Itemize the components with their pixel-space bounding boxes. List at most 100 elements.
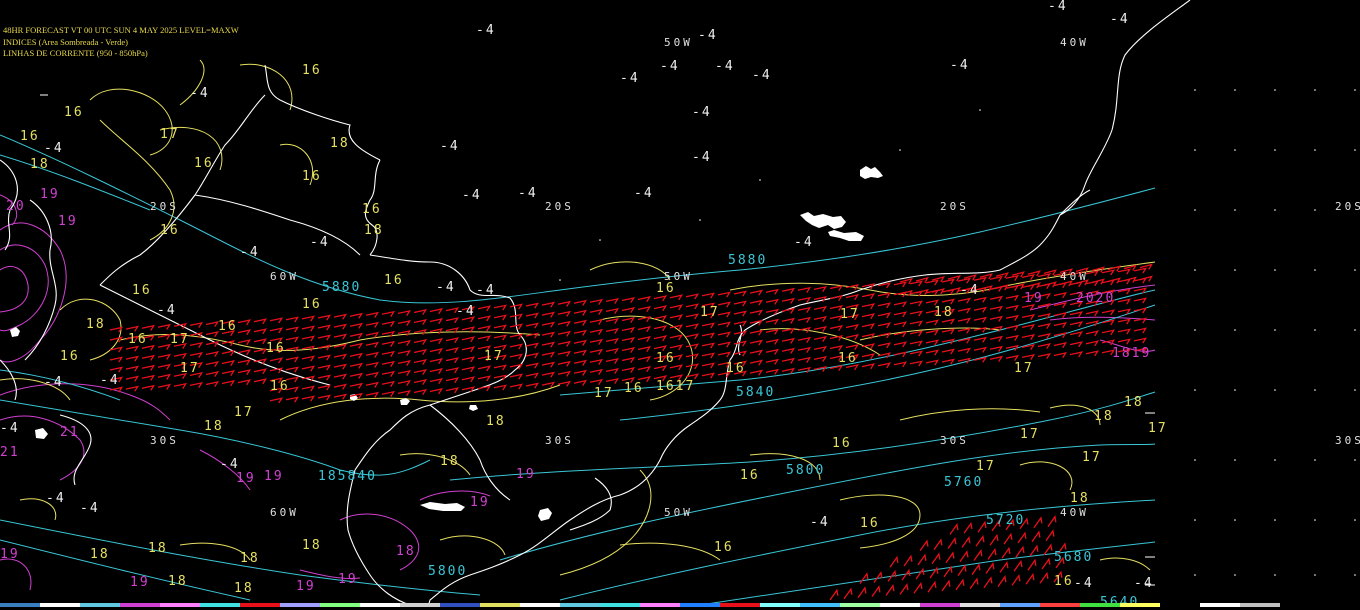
wind-barb — [1041, 557, 1051, 570]
strip-cell — [1320, 603, 1360, 607]
wind-barb — [173, 382, 188, 389]
wind-barb — [957, 327, 972, 334]
wind-barb — [1101, 269, 1116, 276]
wind-barb — [1133, 307, 1148, 314]
wind-barb — [1133, 327, 1148, 334]
index-label: 16 — [726, 361, 746, 376]
index-label: 17 — [1082, 450, 1102, 465]
wind-barb — [973, 276, 988, 283]
wind-barb — [525, 372, 540, 379]
value-label: -4 — [440, 139, 460, 154]
wind-barb — [1117, 318, 1132, 325]
wind-barb — [413, 319, 428, 326]
wind-barb — [1001, 546, 1011, 559]
height-label: 5880 — [322, 280, 362, 295]
wind-barb — [461, 336, 476, 343]
wind-barb — [685, 293, 700, 300]
index-label: 19 — [516, 467, 536, 482]
wind-barb — [493, 374, 508, 381]
wind-barb — [781, 297, 796, 304]
wind-barb — [1003, 532, 1013, 545]
wind-barb — [637, 366, 652, 373]
wind-barb — [717, 341, 732, 348]
wind-barb — [253, 338, 268, 345]
wind-barb — [637, 356, 652, 363]
wind-barb — [301, 365, 316, 372]
wind-barb — [285, 346, 300, 353]
wind-barb — [541, 331, 556, 338]
wind-barb — [189, 341, 204, 348]
wind-barb — [509, 383, 524, 390]
wind-barb — [605, 297, 620, 304]
wind-barb — [1021, 323, 1036, 330]
wind-barb — [941, 328, 956, 335]
wind-barb — [861, 303, 876, 310]
wind-barb — [1033, 516, 1043, 529]
wind-barb — [893, 301, 908, 308]
wind-barb — [253, 358, 268, 365]
index-label: 16 — [624, 381, 644, 396]
wind-barb — [845, 344, 860, 351]
wind-barb — [893, 311, 908, 318]
wind-barb — [899, 582, 909, 595]
index-label: 20 — [6, 199, 26, 214]
wind-barb — [903, 554, 913, 567]
wind-barb — [925, 279, 940, 286]
wind-barb — [477, 325, 492, 332]
index-label: 19 — [236, 471, 256, 486]
wind-barb — [957, 307, 972, 314]
wind-barb — [637, 326, 652, 333]
wind-barb — [157, 333, 172, 340]
index-label: 18 — [168, 574, 188, 589]
grid-dots — [559, 89, 1356, 576]
wind-barb — [285, 396, 300, 403]
wind-barb — [1133, 267, 1148, 274]
wind-barb — [871, 585, 881, 597]
value-label: -4 — [1110, 12, 1130, 27]
wind-barb — [285, 326, 300, 333]
wind-barb — [605, 307, 620, 314]
wind-barb — [877, 332, 892, 339]
index-label: 19 — [0, 547, 20, 562]
wind-barb — [925, 329, 940, 336]
wind-barb — [333, 323, 348, 330]
wind-barb — [893, 351, 908, 358]
wind-barb — [1069, 341, 1084, 348]
wind-barb — [477, 385, 492, 392]
wind-barb — [957, 337, 972, 344]
wind-barb — [877, 362, 892, 369]
value-label: -4 — [692, 105, 712, 120]
wind-barb — [701, 352, 716, 359]
wind-barb — [919, 539, 929, 552]
wind-barb — [349, 342, 364, 349]
wind-barb — [445, 347, 460, 354]
wind-barb — [973, 356, 988, 363]
wind-barb — [685, 353, 700, 360]
wind-barb — [1117, 338, 1132, 345]
wind-barb — [829, 325, 844, 332]
wind-barb — [813, 345, 828, 352]
strip-cell — [240, 603, 280, 607]
wind-barb — [173, 322, 188, 329]
wind-barb — [859, 572, 869, 584]
wind-barb — [205, 381, 220, 388]
wind-barb — [333, 313, 348, 320]
wind-barb — [1017, 531, 1027, 544]
wind-barb — [141, 354, 156, 361]
wind-barb — [157, 353, 172, 360]
wind-barb — [365, 331, 380, 338]
wind-barb — [957, 564, 967, 577]
wind-barb — [381, 340, 396, 347]
wind-barb — [749, 299, 764, 306]
wind-barb — [221, 360, 236, 367]
strip-cell — [1080, 603, 1120, 607]
wind-barb — [765, 368, 780, 375]
wind-barb — [909, 300, 924, 307]
wind-barb — [999, 560, 1009, 573]
wind-barb — [963, 521, 973, 534]
strip-cell — [280, 603, 320, 607]
strip-cell — [1120, 603, 1160, 607]
wind-barb — [765, 298, 780, 305]
wind-barb — [861, 313, 876, 320]
index-label: 18 — [330, 136, 350, 151]
